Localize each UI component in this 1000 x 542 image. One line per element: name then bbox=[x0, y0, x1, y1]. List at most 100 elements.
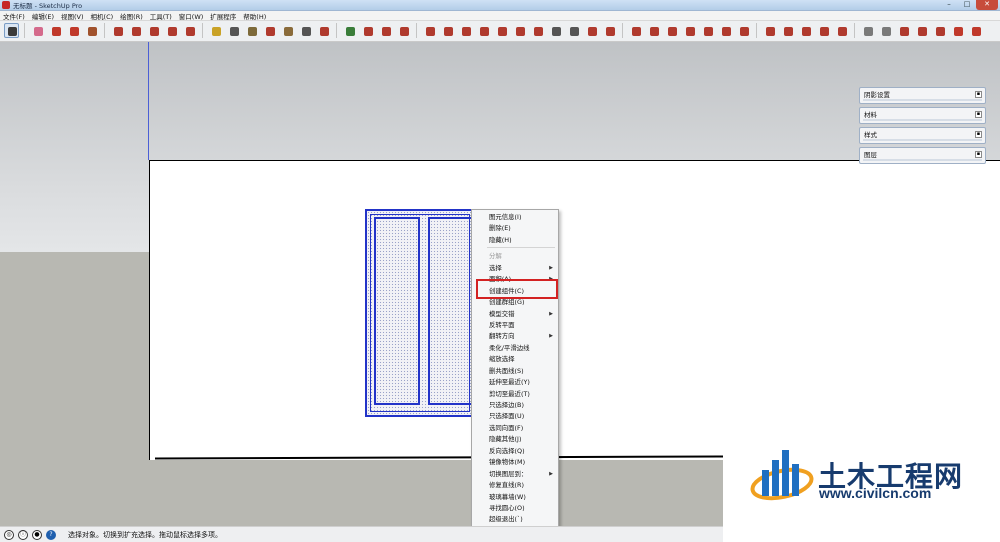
menu-item[interactable]: 绘图(R) bbox=[120, 11, 143, 21]
eraser-tool-button[interactable] bbox=[30, 23, 45, 38]
menu-item[interactable]: 扩展程序 bbox=[210, 11, 236, 21]
menu-item[interactable]: 窗口(W) bbox=[179, 11, 204, 21]
expand-icon[interactable]: ▪ bbox=[975, 111, 982, 118]
context-menu-item[interactable]: 超级退出(`) bbox=[472, 514, 558, 525]
context-menu-item[interactable]: 选择 ▶ bbox=[472, 263, 558, 274]
offset-tool-button[interactable] bbox=[128, 23, 143, 38]
pencil-tool-button[interactable] bbox=[48, 23, 63, 38]
context-menu-item[interactable]: 隐藏其他(J) bbox=[472, 434, 558, 445]
front-view-button[interactable] bbox=[458, 23, 473, 38]
sandbox-smoove-button[interactable] bbox=[628, 23, 643, 38]
tray-panel[interactable]: 样式 ▪ bbox=[859, 127, 986, 144]
context-menu-item[interactable]: 延伸至最近(Y) bbox=[472, 377, 558, 388]
context-menu-item[interactable]: 隐藏(H) bbox=[472, 235, 558, 246]
context-menu-item[interactable]: 只选择面(U) bbox=[472, 411, 558, 422]
context-menu-item[interactable]: 剪切至最近(T) bbox=[472, 389, 558, 400]
push-pull-tool-button[interactable] bbox=[110, 23, 125, 38]
zoom-extents-tool-button[interactable] bbox=[316, 23, 331, 38]
orbit-tool-button[interactable] bbox=[262, 23, 277, 38]
window-component-selected[interactable] bbox=[365, 209, 475, 417]
credits-icon[interactable]: ⓘ bbox=[18, 530, 28, 540]
iso-view-button[interactable] bbox=[422, 23, 437, 38]
expand-icon[interactable]: ▪ bbox=[975, 151, 982, 158]
menu-item[interactable]: 帮助(H) bbox=[243, 11, 266, 21]
solid-split-button[interactable] bbox=[816, 23, 831, 38]
minimize-button[interactable]: – bbox=[940, 0, 958, 10]
geo-location-icon[interactable]: ◎ bbox=[4, 530, 14, 540]
window-pane-right[interactable] bbox=[428, 217, 474, 405]
solid-subtract-button[interactable] bbox=[780, 23, 795, 38]
context-menu-item[interactable]: 切换图层到： ▶ bbox=[472, 469, 558, 480]
layers-button[interactable] bbox=[932, 23, 947, 38]
back-view-button[interactable] bbox=[494, 23, 509, 38]
solid-shell-button[interactable] bbox=[834, 23, 849, 38]
rotate-tool-button[interactable] bbox=[164, 23, 179, 38]
menu-item[interactable]: 文件(F) bbox=[3, 11, 25, 21]
wall-face[interactable] bbox=[149, 160, 1000, 460]
top-view-button[interactable] bbox=[440, 23, 455, 38]
context-menu-item[interactable]: 修复直线(R) bbox=[472, 480, 558, 491]
tray-panel[interactable]: 材料 ▪ bbox=[859, 107, 986, 124]
close-button[interactable]: ✕ bbox=[976, 0, 998, 10]
expand-icon[interactable]: ▪ bbox=[975, 131, 982, 138]
components-button[interactable] bbox=[360, 23, 375, 38]
su-logo-button[interactable] bbox=[968, 23, 983, 38]
info-icon[interactable]: ? bbox=[46, 530, 56, 540]
warehouse-button[interactable] bbox=[342, 23, 357, 38]
menu-item[interactable]: 相机(C) bbox=[91, 11, 114, 21]
context-menu-item[interactable]: 反向选择(Q) bbox=[472, 446, 558, 457]
tray-panel[interactable]: 图层 ▪ bbox=[859, 147, 986, 164]
window-pane-left[interactable] bbox=[374, 217, 420, 405]
context-menu-item[interactable]: 寻找圆心(O) bbox=[472, 503, 558, 514]
move-tool-button[interactable] bbox=[146, 23, 161, 38]
right-view-button[interactable] bbox=[476, 23, 491, 38]
wireframe-button[interactable] bbox=[548, 23, 563, 38]
shaded-texture-button[interactable] bbox=[602, 23, 617, 38]
select-tool-button[interactable] bbox=[4, 23, 19, 38]
left-view-button[interactable] bbox=[512, 23, 527, 38]
context-menu-item[interactable]: 玻璃幕墙(W) bbox=[472, 492, 558, 503]
sandbox-drape-button[interactable] bbox=[700, 23, 715, 38]
expand-icon[interactable]: ▪ bbox=[975, 91, 982, 98]
extension-button[interactable] bbox=[396, 23, 411, 38]
styles-button[interactable] bbox=[950, 23, 965, 38]
materials-button[interactable] bbox=[378, 23, 393, 38]
context-menu-item[interactable]: 翻转方向 ▶ bbox=[472, 331, 558, 342]
context-menu-item[interactable]: 模型交错 ▶ bbox=[472, 309, 558, 320]
sandbox-stamp-button[interactable] bbox=[682, 23, 697, 38]
user-icon[interactable]: ● bbox=[32, 530, 42, 540]
maximize-button[interactable]: □ bbox=[958, 0, 976, 10]
section-display-button[interactable] bbox=[914, 23, 929, 38]
context-menu-item[interactable]: 镜像物体(M) bbox=[472, 457, 558, 468]
sandbox-flip-button[interactable] bbox=[736, 23, 751, 38]
context-menu-item[interactable]: 选同向面(F) bbox=[472, 423, 558, 434]
menu-item[interactable]: 编辑(E) bbox=[32, 11, 54, 21]
sandbox-detail-button[interactable] bbox=[718, 23, 733, 38]
context-menu-item[interactable]: 删共面线(S) bbox=[472, 366, 558, 377]
shaded-button[interactable] bbox=[584, 23, 599, 38]
solid-trim-button[interactable] bbox=[798, 23, 813, 38]
context-menu-item[interactable]: 缩放选择 bbox=[472, 354, 558, 365]
hidden-line-button[interactable] bbox=[566, 23, 581, 38]
section-plane-button[interactable] bbox=[896, 23, 911, 38]
rectangle-tool-button[interactable] bbox=[84, 23, 99, 38]
text-tool-button[interactable] bbox=[226, 23, 241, 38]
pan-tool-button[interactable] bbox=[280, 23, 295, 38]
scale-tool-button[interactable] bbox=[182, 23, 197, 38]
context-menu-item[interactable]: 图元信息(I) bbox=[472, 212, 558, 223]
menu-item[interactable]: 工具(T) bbox=[150, 11, 172, 21]
solid-union-button[interactable] bbox=[762, 23, 777, 38]
sandbox-scratch-button[interactable] bbox=[664, 23, 679, 38]
shadow-button[interactable] bbox=[860, 23, 875, 38]
context-menu-item[interactable]: 反转平面 bbox=[472, 320, 558, 331]
menu-item[interactable]: 视图(V) bbox=[61, 11, 84, 21]
tray-panel[interactable]: 阴影设置 ▪ bbox=[859, 87, 986, 104]
arc-tool-button[interactable] bbox=[66, 23, 81, 38]
xray-button[interactable] bbox=[530, 23, 545, 38]
fog-button[interactable] bbox=[878, 23, 893, 38]
zoom-tool-button[interactable] bbox=[298, 23, 313, 38]
context-menu-item[interactable]: 只选择边(B) bbox=[472, 400, 558, 411]
sandbox-contours-button[interactable] bbox=[646, 23, 661, 38]
paint-bucket-tool-button[interactable] bbox=[244, 23, 259, 38]
tape-measure-tool-button[interactable] bbox=[208, 23, 223, 38]
